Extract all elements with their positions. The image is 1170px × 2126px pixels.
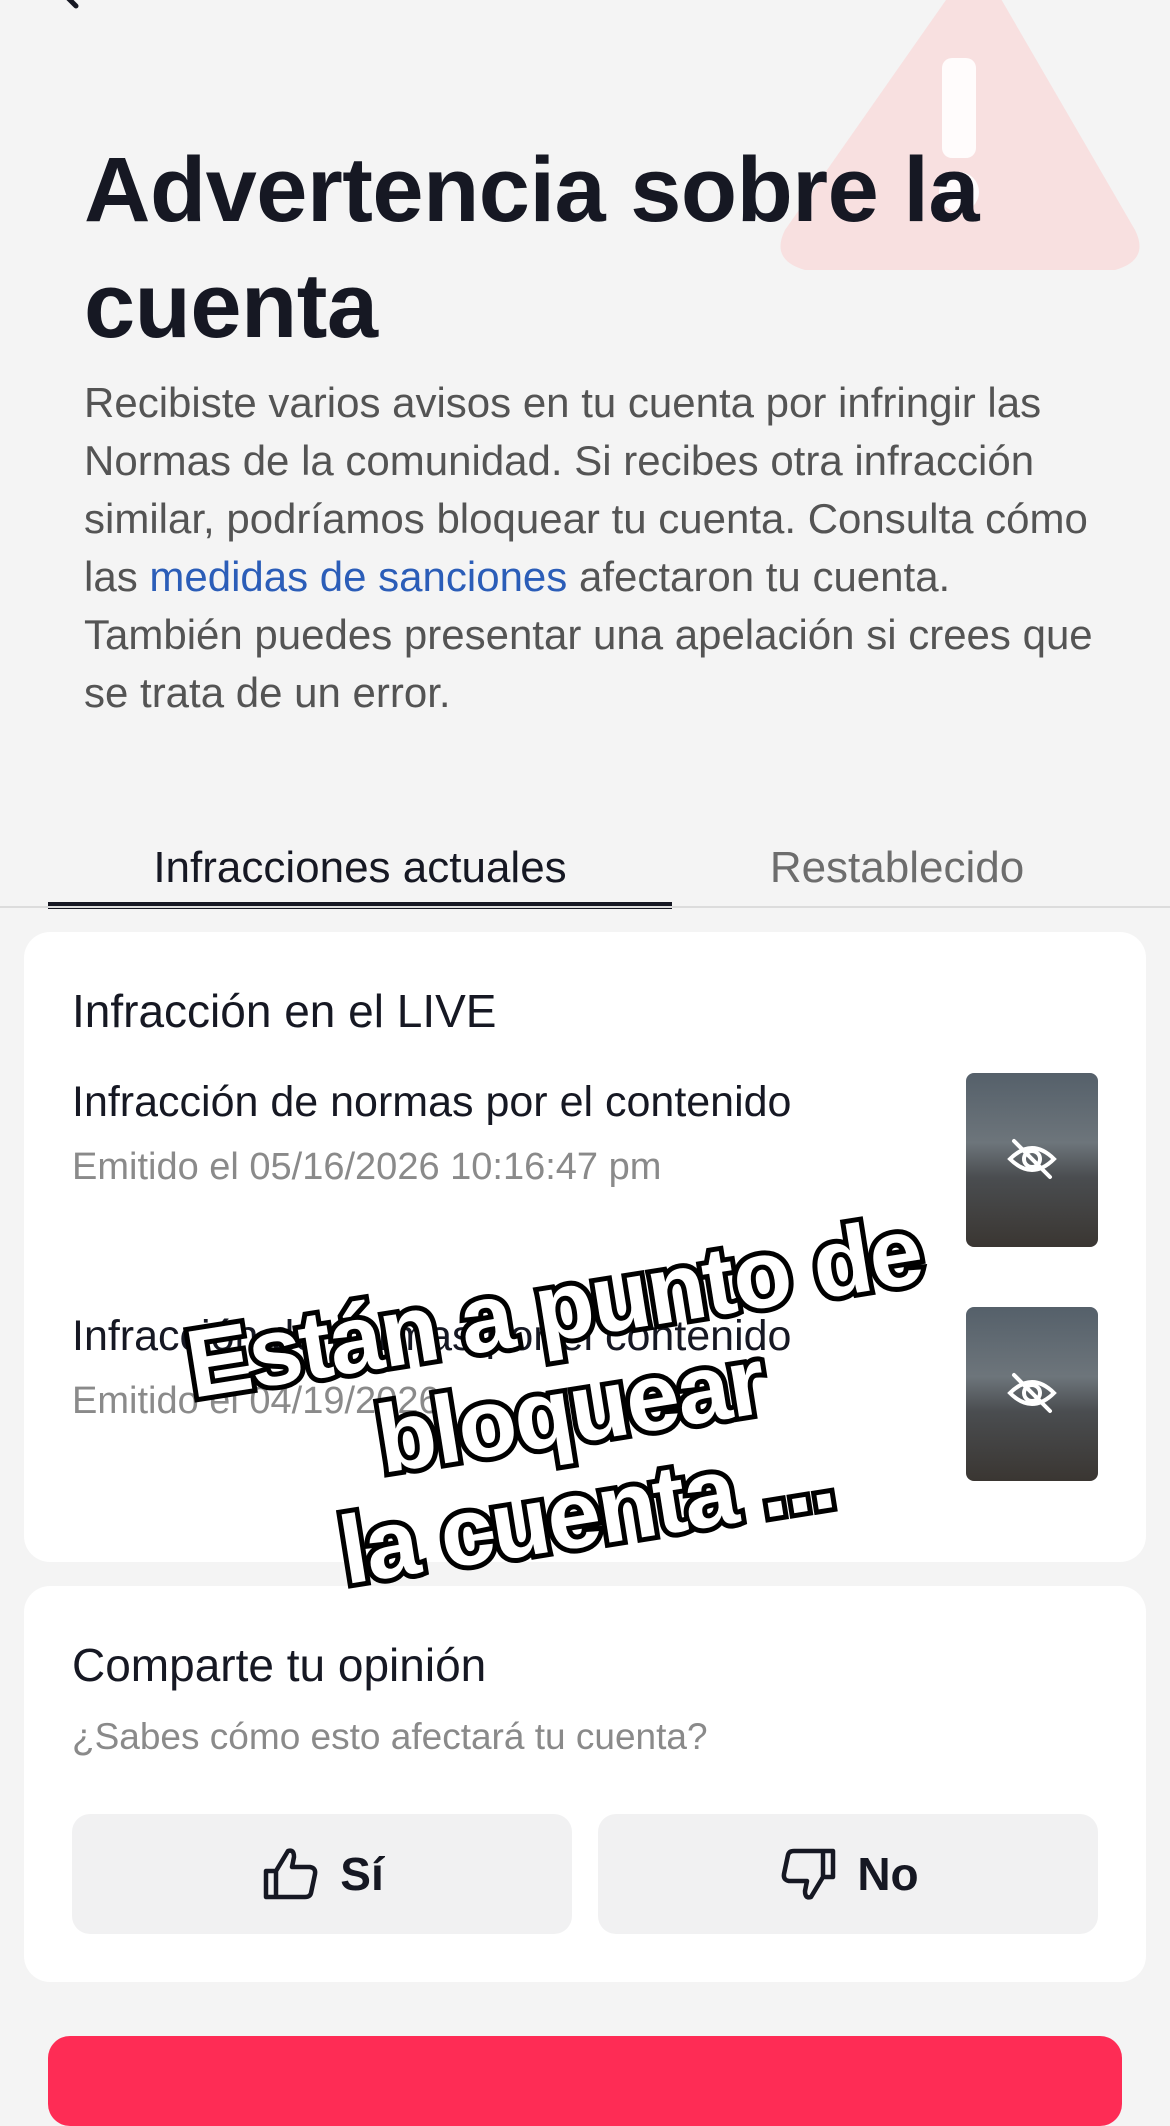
eye-off-icon (1007, 1139, 1057, 1179)
back-chevron-icon[interactable] (50, 0, 90, 10)
no-label: No (857, 1848, 919, 1900)
yes-label: Sí (340, 1848, 384, 1900)
tab-bar: Infracciones actuales Restablecido (0, 836, 1170, 909)
sanctions-link[interactable]: medidas de sanciones (149, 553, 567, 600)
yes-button[interactable]: Sí (72, 1814, 572, 1934)
page-title: Advertencia sobre la cuenta (84, 139, 980, 357)
tabs-divider (0, 906, 1170, 908)
appeal-button[interactable] (48, 2036, 1122, 2126)
feedback-question: ¿Sabes cómo esto afectará tu cuenta? (72, 1716, 708, 1757)
tab-current-violations[interactable]: Infracciones actuales (48, 836, 672, 908)
feedback-heading: Comparte tu opinión (72, 1639, 487, 1691)
violations-heading: Infracción en el LIVE (72, 985, 497, 1037)
warning-description: Recibiste varios avisos en tu cuenta por… (84, 374, 1094, 722)
violation-date: Emitido el 05/16/2026 10:16:47 pm (72, 1146, 662, 1188)
thumbs-down-icon (781, 1848, 836, 1900)
violation-title: Infracción de normas por el contenido (72, 1078, 792, 1126)
tab-restored[interactable]: Restablecido (672, 836, 1122, 908)
no-button[interactable]: No (598, 1814, 1098, 1934)
feedback-card: Comparte tu opinión ¿Sabes cómo esto afe… (24, 1586, 1146, 1982)
thumbs-up-icon (264, 1848, 318, 1900)
